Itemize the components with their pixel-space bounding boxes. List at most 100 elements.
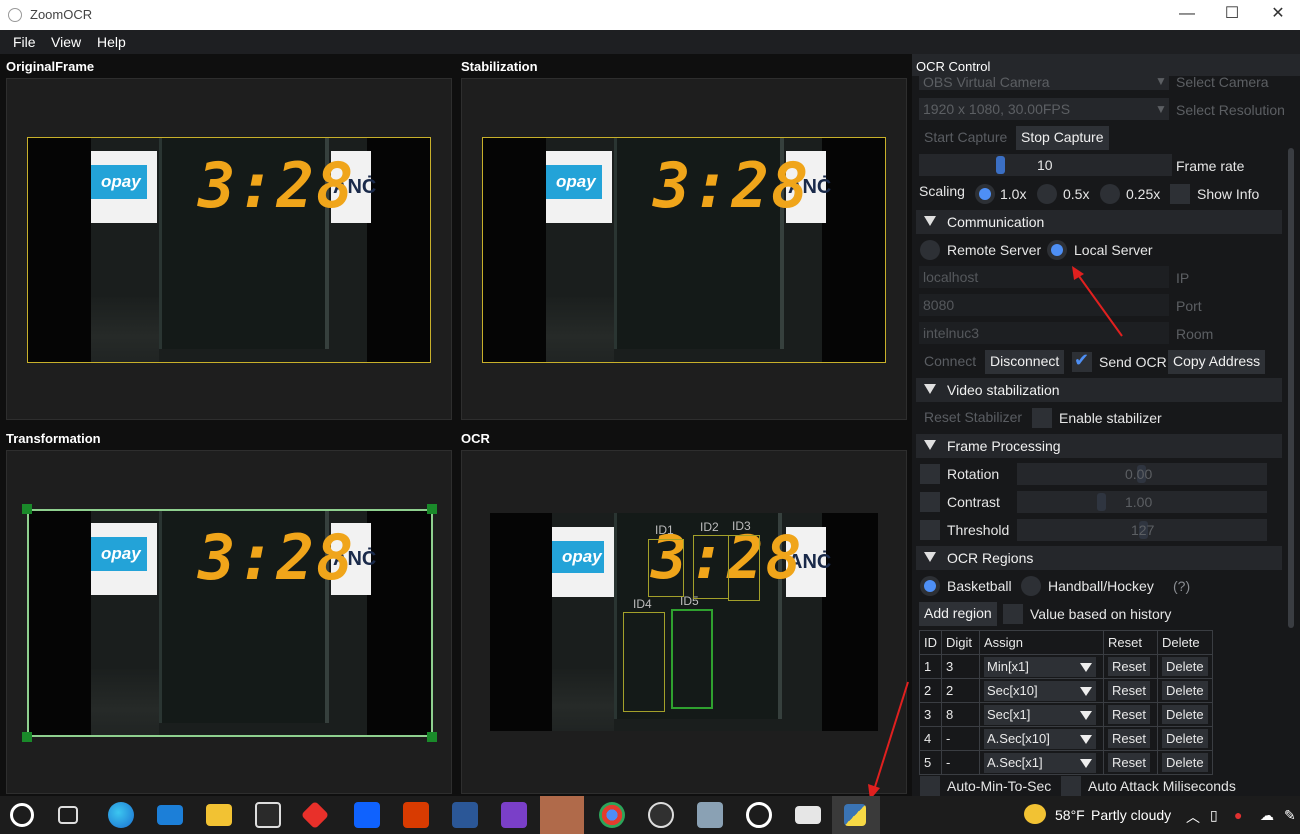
file-explorer-icon[interactable] — [206, 804, 232, 826]
scaling-radio-1x[interactable] — [975, 184, 995, 204]
chrome-icon[interactable] — [599, 802, 625, 828]
delete-button[interactable]: Delete — [1162, 657, 1208, 676]
obs-icon[interactable] — [648, 802, 674, 828]
assign-combo[interactable]: A.Sec[x1] — [984, 752, 1096, 773]
corner-handle-bl[interactable] — [22, 732, 32, 742]
app-red-icon[interactable] — [300, 800, 330, 830]
chevron-down-icon — [1080, 758, 1092, 768]
ocr-region-box-1[interactable] — [648, 539, 684, 597]
assign-combo[interactable]: A.Sec[x10] — [984, 728, 1096, 749]
assign-combo[interactable]: Sec[x1] — [984, 704, 1096, 725]
ocr-region-box-5[interactable] — [671, 609, 713, 709]
frame-rate-knob[interactable] — [996, 156, 1005, 174]
word-icon[interactable] — [452, 802, 478, 828]
disconnect-button[interactable]: Disconnect — [985, 350, 1065, 374]
maximize-button[interactable]: ☐ — [1217, 4, 1247, 26]
reset-button[interactable]: Reset — [1108, 657, 1150, 676]
rotation-slider[interactable]: 0.00 — [1017, 463, 1267, 485]
assign-combo[interactable]: Sec[x10] — [984, 680, 1096, 701]
delete-button[interactable]: Delete — [1162, 729, 1208, 748]
threshold-slider[interactable]: 127 — [1017, 519, 1267, 541]
transformation-pane[interactable]: opay ANĊ 3:28 — [6, 450, 452, 794]
stop-capture-button[interactable]: Stop Capture — [1016, 126, 1109, 150]
tray-cloud-icon[interactable]: ☁ — [1260, 807, 1274, 824]
remote-desktop-icon[interactable] — [795, 806, 821, 824]
video-stabilization-section-header[interactable]: Video stabilization — [916, 378, 1282, 402]
ocr-region-box-3[interactable] — [728, 535, 760, 601]
store-icon[interactable] — [255, 802, 281, 828]
reset-button[interactable]: Reset — [1108, 705, 1150, 724]
handball-radio[interactable] — [1021, 576, 1041, 596]
tray-phone-icon[interactable]: ▯ — [1210, 807, 1218, 824]
corner-handle-tr[interactable] — [427, 504, 437, 514]
monitor-icon[interactable] — [697, 802, 723, 828]
frame-processing-section-header[interactable]: Frame Processing — [916, 434, 1282, 458]
connect-button[interactable]: Connect — [919, 350, 981, 374]
start-icon[interactable] — [10, 803, 34, 827]
send-ocr-checkbox[interactable]: ✔ — [1072, 350, 1092, 372]
frame-rate-slider[interactable]: 10 — [919, 154, 1172, 176]
reset-button[interactable]: Reset — [1108, 729, 1150, 748]
ocr-region-box-4[interactable] — [623, 612, 665, 712]
camera-combo[interactable]: OBS Virtual Camera ▼ — [919, 74, 1169, 90]
copy-address-button[interactable]: Copy Address — [1168, 350, 1266, 374]
reset-button[interactable]: Reset — [1108, 753, 1150, 772]
remote-server-radio[interactable] — [920, 240, 940, 260]
office-icon[interactable] — [403, 802, 429, 828]
contrast-slider[interactable]: 1.00 — [1017, 491, 1267, 513]
edge-icon[interactable] — [108, 802, 134, 828]
transform-selection[interactable] — [27, 509, 433, 737]
add-region-button[interactable]: Add region — [919, 602, 997, 626]
local-server-radio[interactable] — [1047, 240, 1067, 260]
delete-button[interactable]: Delete — [1162, 705, 1208, 724]
delete-button[interactable]: Delete — [1162, 681, 1208, 700]
corner-handle-br[interactable] — [427, 732, 437, 742]
contrast-label: Contrast — [947, 494, 1000, 510]
tray-network-icon[interactable]: ● — [1234, 807, 1242, 823]
python-active-bg[interactable] — [832, 796, 880, 834]
rotation-checkbox[interactable] — [920, 464, 940, 484]
delete-button[interactable]: Delete — [1162, 753, 1208, 772]
dropbox-icon[interactable] — [354, 802, 380, 828]
corner-handle-tl[interactable] — [22, 504, 32, 514]
basketball-radio[interactable] — [920, 576, 940, 596]
communication-section-header[interactable]: Communication — [916, 210, 1282, 234]
auto-min-checkbox[interactable] — [920, 776, 940, 796]
minimize-button[interactable]: — — [1172, 4, 1202, 26]
threshold-checkbox[interactable] — [920, 520, 940, 540]
ocr-pane[interactable]: opay ANĊ 3:28 ID1 ID2 ID3 ID4 ID5 — [461, 450, 907, 794]
chevron-up-icon[interactable]: ︿ — [1186, 807, 1200, 827]
mail-icon[interactable] — [157, 805, 183, 825]
auto-attack-checkbox[interactable] — [1061, 776, 1081, 796]
port-input[interactable]: 8080 — [919, 294, 1169, 316]
host-input[interactable]: localhost — [919, 266, 1169, 288]
scaling-radio-025x[interactable] — [1100, 184, 1120, 204]
menu-view[interactable]: View — [51, 34, 81, 50]
menu-file[interactable]: File — [13, 34, 36, 50]
resolution-combo[interactable]: 1920 x 1080, 30.00FPS ▼ — [919, 98, 1169, 120]
tray-edit-icon[interactable]: ✎ — [1284, 807, 1296, 824]
show-info-checkbox[interactable] — [1170, 184, 1190, 204]
close-button[interactable]: ✕ — [1263, 4, 1293, 26]
history-checkbox[interactable] — [1003, 604, 1023, 624]
reset-stabilizer-button[interactable]: Reset Stabilizer — [919, 406, 1027, 430]
assign-combo[interactable]: Min[x1] — [984, 656, 1096, 677]
scaling-radio-05x[interactable] — [1037, 184, 1057, 204]
ocr-region-box-2[interactable] — [693, 535, 729, 599]
task-view-icon[interactable] — [58, 806, 78, 824]
slack-icon[interactable] — [540, 796, 584, 834]
help-icon[interactable]: (?) — [1173, 578, 1190, 594]
control-panel-scrollbar[interactable] — [1288, 148, 1294, 628]
menu-help[interactable]: Help — [97, 34, 126, 50]
ocr-regions-section-header[interactable]: OCR Regions — [916, 546, 1282, 570]
stabilization-pane[interactable]: opay ANĊ 3:28 — [461, 78, 907, 420]
media-player-icon[interactable] — [746, 802, 772, 828]
enable-stabilizer-checkbox[interactable] — [1032, 408, 1052, 428]
visual-studio-icon[interactable] — [501, 802, 527, 828]
contrast-checkbox[interactable] — [920, 492, 940, 512]
original-frame-pane[interactable]: opay ANĊ 3:28 — [6, 78, 452, 420]
contrast-knob[interactable] — [1097, 493, 1106, 511]
reset-button[interactable]: Reset — [1108, 681, 1150, 700]
start-capture-button[interactable]: Start Capture — [919, 126, 1012, 150]
room-input[interactable]: intelnuc3 — [919, 322, 1169, 344]
